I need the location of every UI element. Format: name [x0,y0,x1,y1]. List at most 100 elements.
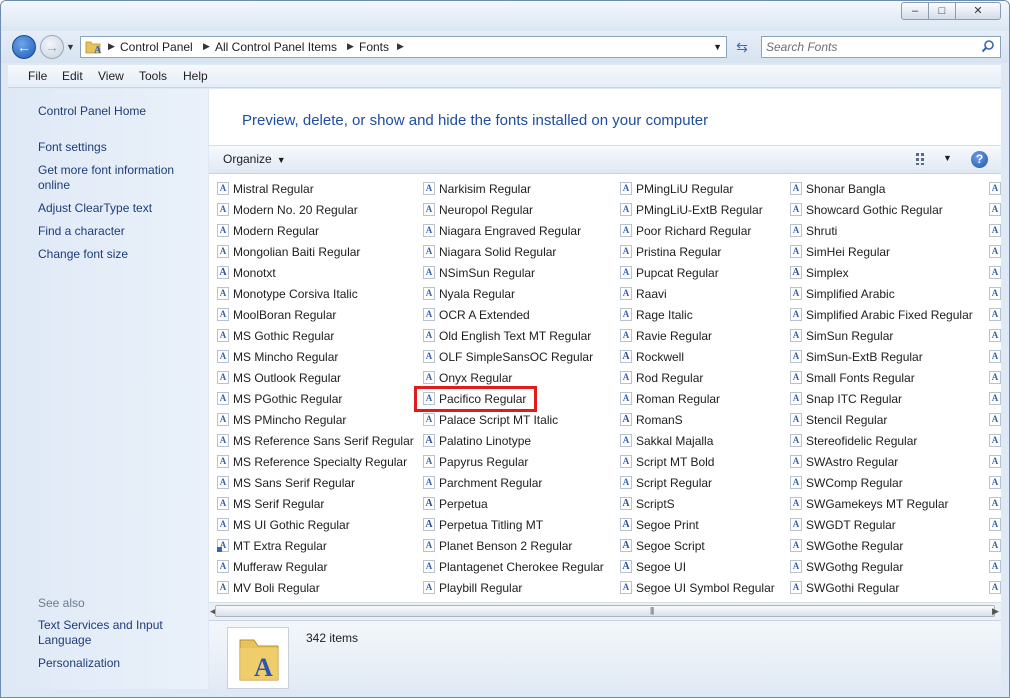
font-item[interactable]: A SimHei Regular [784,242,984,262]
sidebar-text-services[interactable]: Text Services and Input Language [38,618,198,648]
font-item[interactable]: A Plantagenet Cherokee Regular [417,557,604,577]
sidebar-change-font-size[interactable]: Change font size [38,247,198,262]
font-item[interactable]: A Modern No. 20 Regular [211,200,403,220]
font-item[interactable]: A Playbill Regular [417,578,603,598]
breadcrumb-separator-icon[interactable]: ▶ [203,41,210,52]
font-item[interactable]: A Perpetua [417,494,603,514]
font-item[interactable]: A MS UI Gothic Regular [211,515,403,535]
font-item[interactable]: A Pupcat Regular [614,263,774,283]
refresh-icon[interactable]: ⇆ [730,36,754,58]
font-item[interactable]: A MS Reference Sans Serif Regular [211,431,414,451]
font-item[interactable]: A MV Boli Regular [211,578,403,598]
font-item[interactable]: A SimSun-ExtB Regular [784,347,984,367]
font-file-icon[interactable]: A [983,326,1001,346]
forward-button[interactable]: → [40,35,64,59]
font-item[interactable]: A Mufferaw Regular [211,557,403,577]
sidebar-font-settings[interactable]: Font settings [38,140,198,155]
font-file-icon[interactable]: A [983,410,1001,430]
font-file-icon[interactable]: A [983,536,1001,556]
back-button[interactable]: ← [12,35,36,59]
font-file-icon[interactable]: A [983,494,1001,514]
sidebar-control-panel-home[interactable]: Control Panel Home [38,104,198,119]
font-item[interactable]: A SWGDT Regular [784,515,984,535]
font-item[interactable]: A MS Serif Regular [211,494,403,514]
font-item[interactable]: A SimSun Regular [784,326,984,346]
font-file-icon[interactable]: A [983,389,1001,409]
font-item[interactable]: A Stencil Regular [784,410,984,430]
font-item[interactable]: A MS Outlook Regular [211,368,403,388]
scroll-right-icon[interactable]: ▶ [992,606,999,617]
font-item-selected[interactable]: A Pacifico Regular [414,386,537,412]
font-item[interactable]: A Neuropol Regular [417,200,603,220]
font-item[interactable]: A Perpetua Titling MT [417,515,603,535]
maximize-button[interactable]: □ [928,2,956,20]
breadcrumb-fonts[interactable]: Fonts [359,40,389,54]
font-item[interactable]: A SWComp Regular [784,473,984,493]
search-icon[interactable] [981,39,995,53]
menu-tools[interactable]: Tools [139,69,167,83]
font-item[interactable]: A Simplified Arabic [784,284,984,304]
font-item[interactable]: A Monotxt [211,263,403,283]
font-item[interactable]: A OCR A Extended [417,305,603,325]
font-item[interactable]: A MS PMincho Regular [211,410,403,430]
horizontal-scrollbar[interactable]: ◀ ||| ▶ [209,602,1001,620]
organize-button[interactable]: Organize ▼ [223,152,286,166]
menu-file[interactable]: File [28,69,47,83]
font-item[interactable]: A MS Gothic Regular [211,326,403,346]
font-file-icon[interactable]: A [983,557,1001,577]
font-item[interactable]: A Segoe Script [614,536,774,556]
font-item[interactable]: A Mongolian Baiti Regular [211,242,403,262]
font-item[interactable]: A Shruti [784,221,984,241]
font-item[interactable]: A Parchment Regular [417,473,603,493]
font-item[interactable]: A MT Extra Regular [211,536,403,556]
font-item[interactable]: A Segoe UI [614,557,774,577]
font-file-icon[interactable]: A [983,452,1001,472]
font-item[interactable]: A Rod Regular [614,368,774,388]
font-file-icon[interactable]: A [983,221,1001,241]
font-file-icon[interactable]: A [983,200,1001,220]
menu-view[interactable]: View [98,69,124,83]
font-item[interactable]: A Onyx Regular [417,368,603,388]
address-bar[interactable]: A ▶ Control Panel ▶ All Control Panel It… [80,36,727,58]
search-input[interactable] [766,39,976,55]
sidebar-adjust-cleartype[interactable]: Adjust ClearType text [38,201,198,216]
font-item[interactable]: A Mistral Regular [211,179,403,199]
font-item[interactable]: A SWGothe Regular [784,536,984,556]
sidebar-find-character[interactable]: Find a character [38,224,198,239]
font-item[interactable]: A Modern Regular [211,221,403,241]
search-box[interactable] [761,36,1001,58]
address-dropdown-icon[interactable]: ▼ [713,42,722,52]
font-item[interactable]: A RomanS [614,410,774,430]
font-item[interactable]: A SWGothg Regular [784,557,984,577]
font-item[interactable]: A Raavi [614,284,774,304]
font-item[interactable]: A ScriptS [614,494,774,514]
font-item[interactable]: A Script MT Bold [614,452,774,472]
font-file-icon[interactable]: A [983,242,1001,262]
font-item[interactable]: A Small Fonts Regular [784,368,984,388]
font-file-icon[interactable]: A [983,578,1001,598]
font-item[interactable]: A Niagara Solid Regular [417,242,603,262]
font-item[interactable]: A Script Regular [614,473,774,493]
font-item[interactable]: A SWGamekeys MT Regular [784,494,984,514]
font-item[interactable]: A MS Mincho Regular [211,347,403,367]
font-file-icon[interactable]: A [983,284,1001,304]
font-item[interactable]: A Stereofidelic Regular [784,431,984,451]
font-item[interactable]: A Ravie Regular [614,326,774,346]
recent-pages-dropdown-icon[interactable]: ▼ [66,42,75,52]
font-item[interactable]: A Papyrus Regular [417,452,603,472]
breadcrumb-separator-icon[interactable]: ▶ [397,41,404,52]
font-item[interactable]: A Narkisim Regular [417,179,603,199]
font-item[interactable]: A Pristina Regular [614,242,774,262]
font-item[interactable]: A Monotype Corsiva Italic [211,284,403,304]
menu-help[interactable]: Help [183,69,208,83]
font-item[interactable]: A OLF SimpleSansOC Regular [417,347,603,367]
font-file-icon[interactable]: A [983,515,1001,535]
scrollbar-thumb[interactable] [215,605,995,617]
font-file-icon[interactable]: A [983,431,1001,451]
font-item[interactable]: A Snap ITC Regular [784,389,984,409]
breadcrumb-separator-icon[interactable]: ▶ [347,41,354,52]
font-item[interactable]: A Planet Benson 2 Regular [417,536,603,556]
breadcrumb-control-panel[interactable]: Control Panel [120,40,193,54]
sidebar-get-more-font-info[interactable]: Get more font information online [38,163,198,193]
font-item[interactable]: A Old English Text MT Regular [417,326,603,346]
